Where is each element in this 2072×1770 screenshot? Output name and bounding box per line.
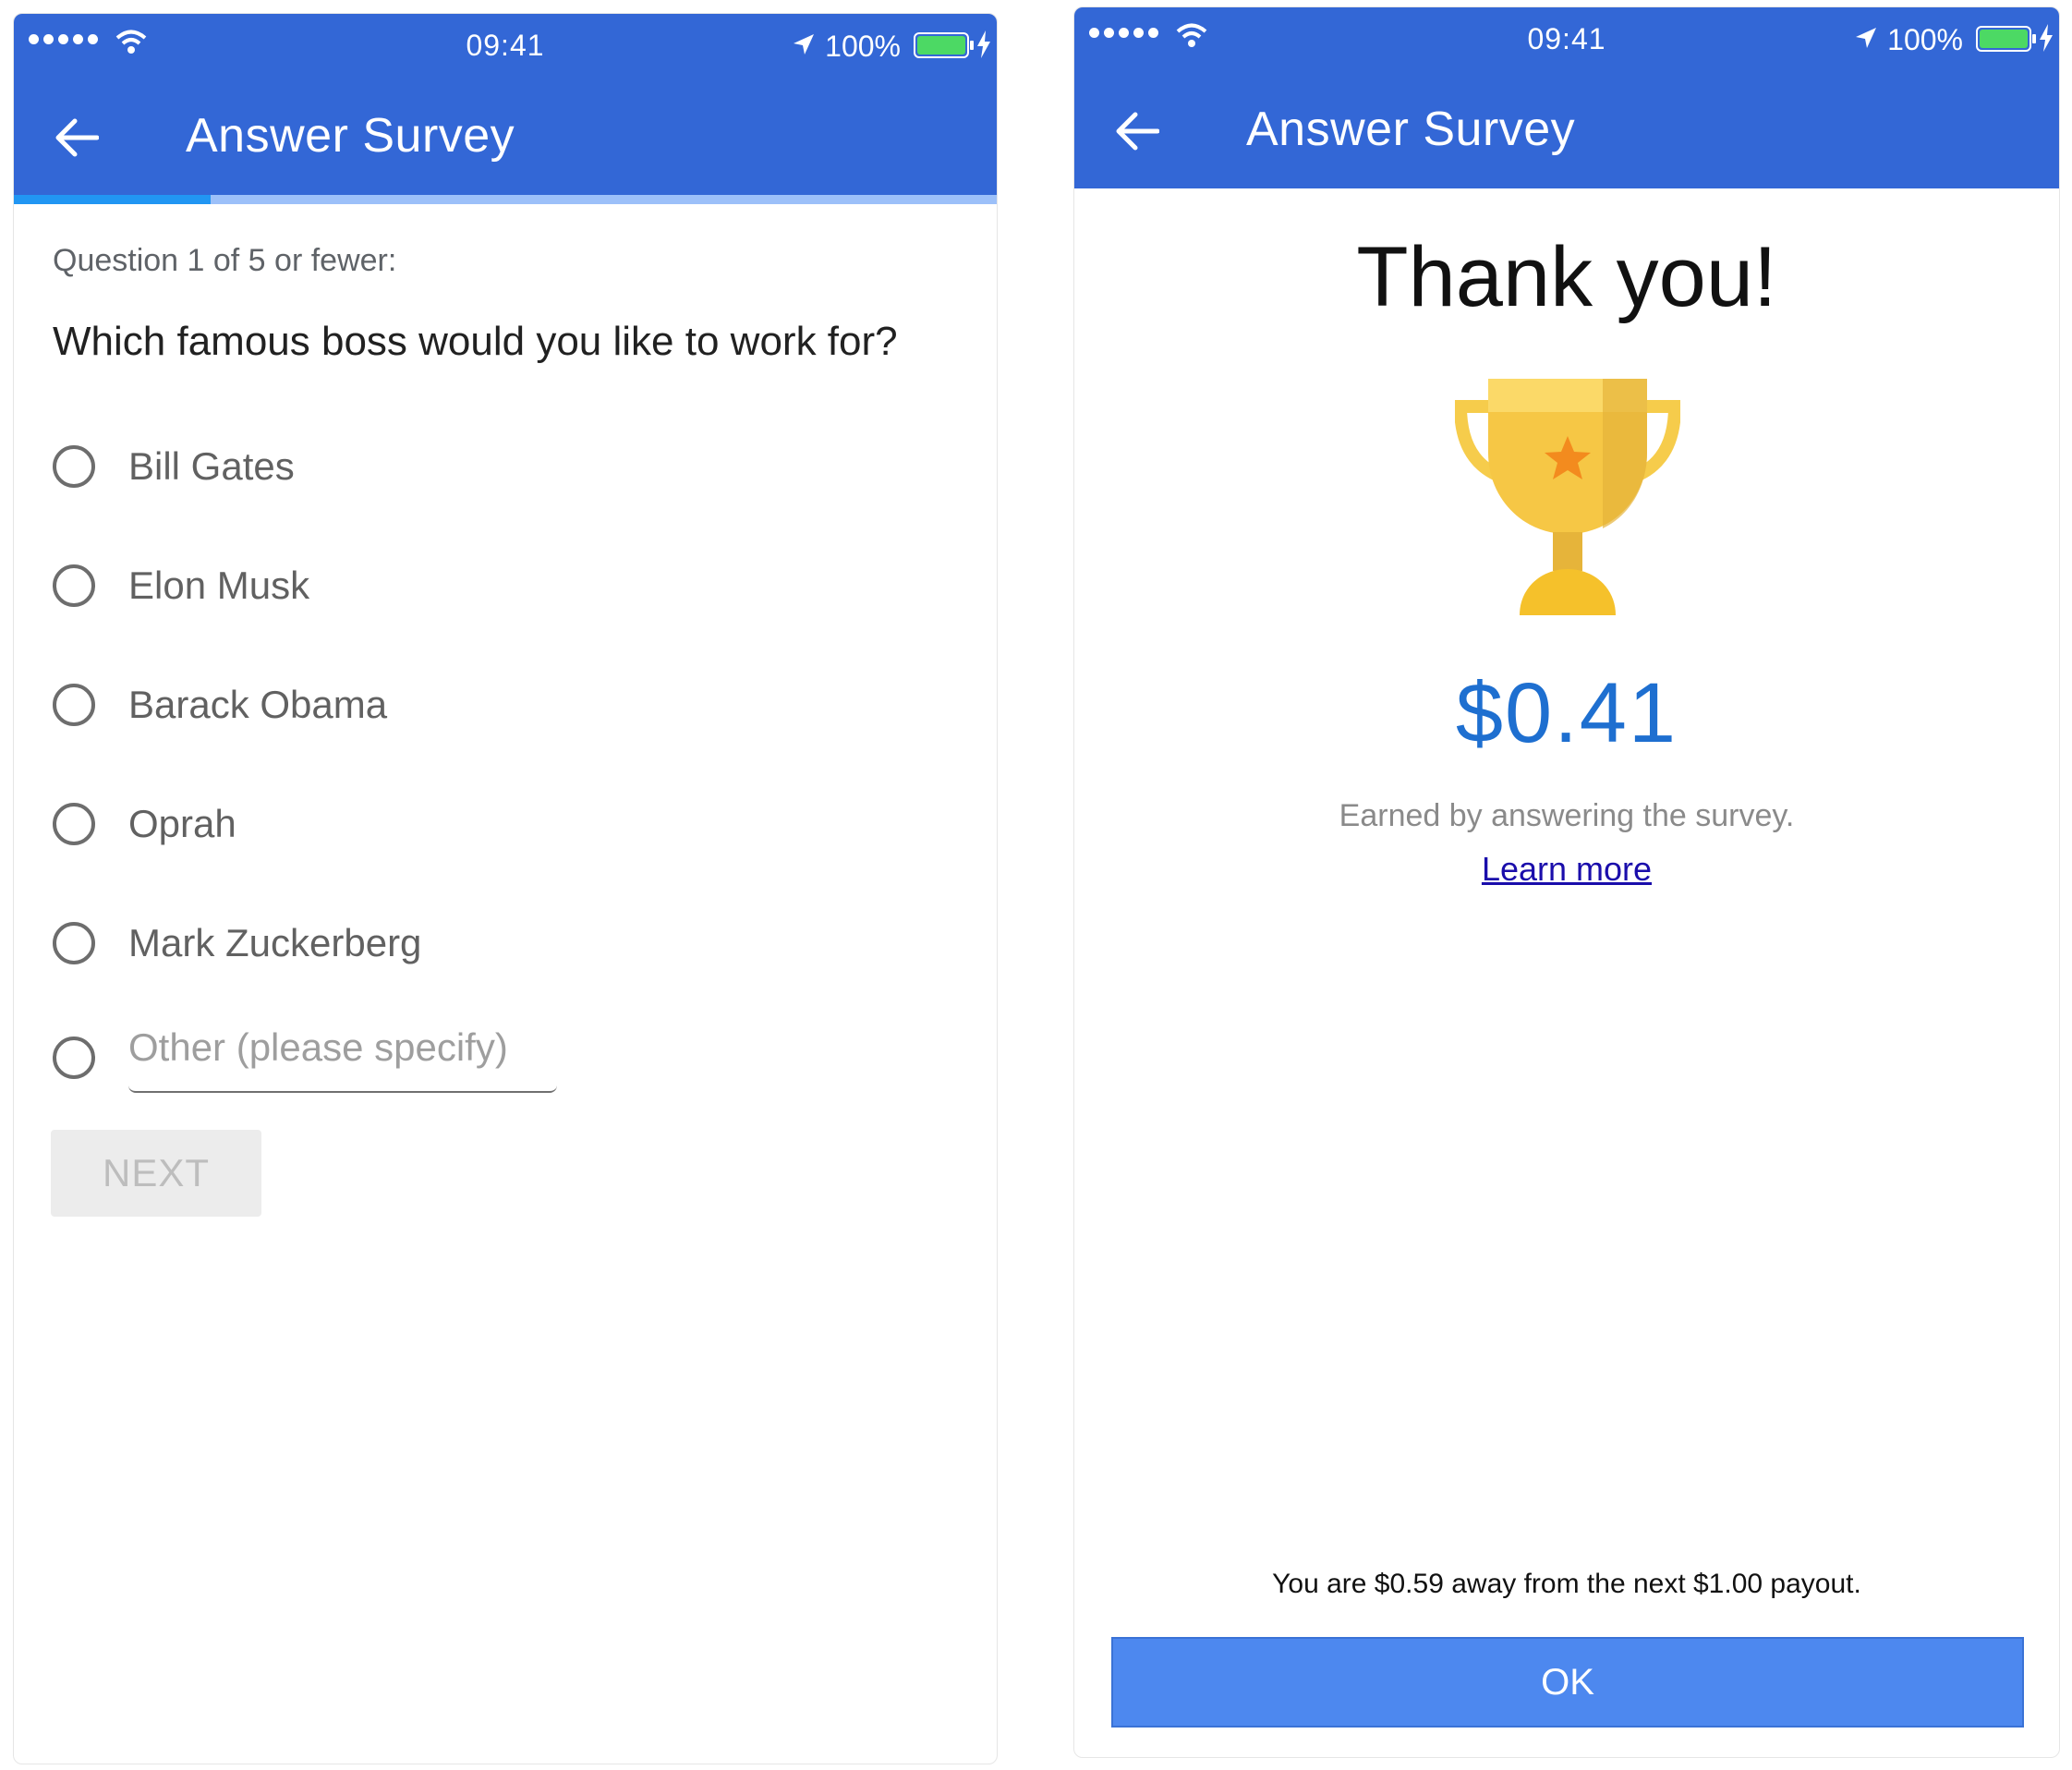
progress-bar-fill: [14, 195, 211, 204]
charging-bolt-icon: [2040, 24, 2053, 52]
status-bar: 09:41 100%: [14, 14, 997, 75]
radio-button[interactable]: [53, 922, 95, 964]
location-arrow-icon: [1856, 28, 1876, 48]
other-text-field[interactable]: [128, 1004, 557, 1093]
option-label: Mark Zuckerberg: [128, 921, 422, 964]
learn-more-link[interactable]: Learn more: [1074, 850, 2059, 889]
battery-percentage: 100%: [825, 30, 901, 63]
other-input[interactable]: [128, 1025, 557, 1070]
thank-you-heading: Thank you!: [1356, 230, 1777, 324]
radio-button[interactable]: [53, 803, 95, 845]
question-count: Question 1 of 5 or fewer:: [53, 243, 397, 278]
option-bill-gates[interactable]: Bill Gates: [53, 439, 295, 494]
battery-percentage: 100%: [1887, 23, 1963, 56]
option-mark-zuckerberg[interactable]: Mark Zuckerberg: [53, 915, 421, 971]
arrow-left-icon[interactable]: [55, 117, 99, 158]
app-bar: Answer Survey: [14, 75, 997, 195]
option-label: Bill Gates: [128, 444, 295, 488]
status-bar: 09:41 100%: [1074, 7, 2059, 68]
survey-complete-screen: 09:41 100% Answer Survey Thank you! $0.4…: [1073, 6, 2060, 1758]
question-text: Which famous boss would you like to work…: [53, 319, 898, 364]
option-barack-obama[interactable]: Barack Obama: [53, 677, 387, 733]
next-button[interactable]: NEXT: [51, 1130, 261, 1217]
radio-button[interactable]: [53, 1037, 95, 1079]
location-arrow-icon: [794, 34, 814, 55]
earned-description: Earned by answering the survey.: [1339, 798, 1795, 833]
battery-icon: [1976, 26, 2036, 52]
survey-question-screen: 09:41 100% Answer Survey Question 1 of 5…: [13, 13, 998, 1764]
charging-bolt-icon: [977, 30, 990, 58]
battery-icon: [914, 32, 974, 58]
option-label: Barack Obama: [128, 683, 388, 726]
page-title: Answer Survey: [1246, 103, 1576, 156]
option-label: Elon Musk: [128, 564, 310, 607]
page-title: Answer Survey: [186, 109, 515, 163]
progress-bar: [14, 195, 997, 204]
option-oprah[interactable]: Oprah: [53, 796, 236, 852]
app-bar: Answer Survey: [1074, 68, 2059, 188]
option-elon-musk[interactable]: Elon Musk: [53, 558, 309, 613]
option-label: Oprah: [128, 802, 236, 845]
trophy-icon: [1455, 379, 1680, 615]
radio-button[interactable]: [53, 564, 95, 607]
ok-button[interactable]: OK: [1111, 1637, 2024, 1728]
radio-button[interactable]: [53, 684, 95, 726]
payout-progress-text: You are $0.59 away from the next $1.00 p…: [1272, 1569, 1861, 1599]
earned-amount: $0.41: [1455, 666, 1678, 760]
arrow-left-icon[interactable]: [1115, 111, 1159, 152]
option-other[interactable]: [53, 1030, 95, 1085]
radio-button[interactable]: [53, 445, 95, 488]
